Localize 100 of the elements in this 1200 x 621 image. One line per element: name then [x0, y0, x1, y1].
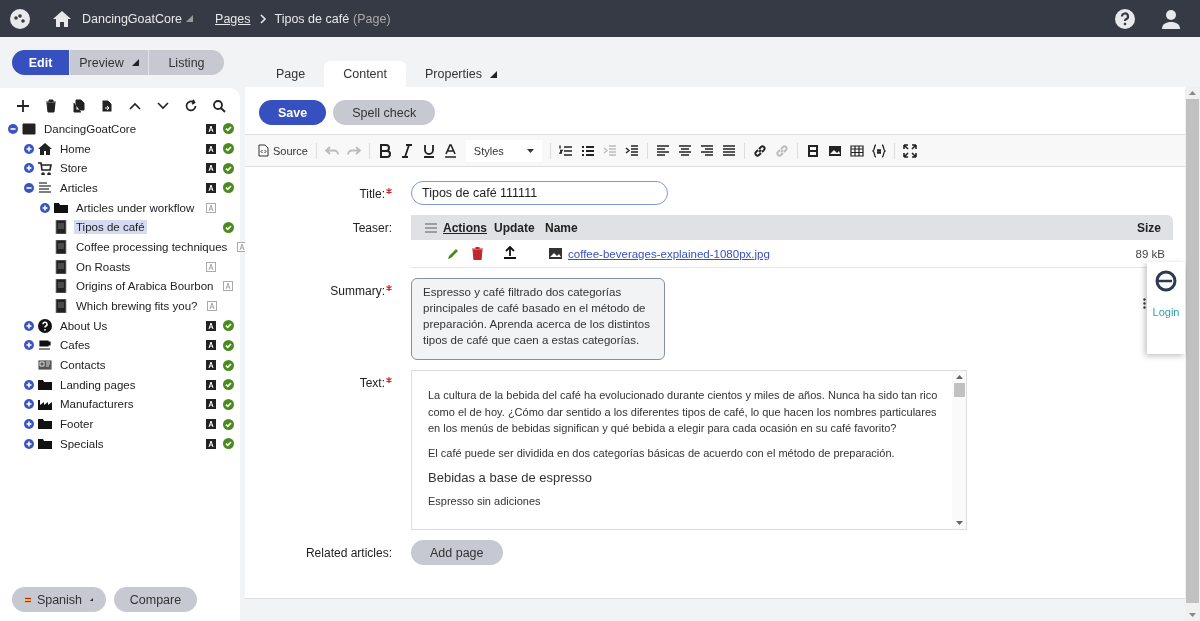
table-icon[interactable] — [849, 143, 864, 158]
macro-icon[interactable] — [871, 143, 886, 158]
tree-item[interactable]: DancingGoatCore — [42, 121, 139, 136]
caret-icon — [526, 148, 534, 153]
upload-icon[interactable] — [504, 245, 516, 259]
source-button[interactable]: Source — [258, 144, 308, 157]
mode-tab[interactable]: Edit — [12, 50, 70, 75]
tree-item[interactable]: Store — [58, 161, 90, 176]
edit-icon[interactable] — [447, 247, 460, 260]
italic-icon[interactable] — [399, 143, 414, 158]
language-selector[interactable]: Spanish — [12, 587, 106, 612]
scrollbar[interactable] — [1185, 87, 1200, 621]
expander-icon[interactable] — [24, 399, 34, 410]
link-icon[interactable] — [752, 143, 767, 158]
page-tab[interactable]: Properties — [406, 61, 516, 87]
scroll-down-icon[interactable] — [955, 521, 963, 525]
ol-icon[interactable] — [558, 143, 573, 158]
image-icon[interactable] — [827, 143, 842, 158]
image-icon — [549, 248, 562, 259]
tree-item[interactable]: Which brewing fits you? — [74, 299, 200, 314]
text-editor[interactable] — [411, 370, 967, 530]
tree-item[interactable]: Coffee processing techniques — [74, 239, 230, 254]
move-icon[interactable] — [100, 99, 114, 113]
color-icon[interactable] — [443, 143, 458, 158]
scroll-thumb[interactable] — [1186, 99, 1199, 603]
page-type: (Page) — [353, 11, 391, 26]
tree-item[interactable]: Origins of Arabica Bourbon — [74, 279, 216, 294]
page-tab[interactable]: Page — [257, 61, 325, 87]
page-tab[interactable]: Content — [324, 61, 406, 87]
copy-icon[interactable] — [72, 99, 86, 113]
expander-icon[interactable] — [24, 143, 34, 154]
scroll-down-icon[interactable] — [1189, 613, 1196, 617]
title-field[interactable]: Tipos de café 111111 — [411, 181, 668, 205]
scrollbar[interactable] — [952, 371, 966, 529]
tree-item[interactable]: Articles — [58, 180, 100, 195]
home-icon[interactable] — [52, 8, 72, 29]
caret-icon[interactable] — [186, 15, 194, 22]
tree-item[interactable]: Contacts — [58, 358, 108, 373]
logo-icon — [1155, 270, 1177, 292]
file-link[interactable]: coffee-beverages-explained-1080px.jpg — [568, 247, 770, 260]
tree-item[interactable]: Specials — [58, 436, 106, 451]
scroll-up-icon[interactable] — [955, 375, 963, 379]
expander-icon[interactable] — [24, 320, 34, 331]
bold-icon[interactable] — [377, 143, 392, 158]
expander-icon[interactable] — [24, 182, 34, 193]
expander-icon[interactable] — [40, 202, 50, 213]
delete-icon[interactable] — [44, 99, 58, 113]
expander-icon[interactable] — [24, 419, 34, 430]
user-icon[interactable] — [1160, 7, 1182, 30]
column-header: Size — [1137, 220, 1161, 235]
summary-field[interactable]: Espresso y café filtrado dos categorías principales de café basado en el método de preparación. Aprenda acerca de los distintos tipos de café que caen a estas categorías. — [411, 278, 665, 360]
summary-label: Summary: — [330, 284, 385, 298]
scroll-up-icon[interactable] — [1189, 91, 1196, 95]
tree-item[interactable]: Landing pages — [58, 377, 138, 392]
contact-icon — [38, 358, 52, 373]
mode-tab[interactable]: Preview — [70, 50, 149, 75]
maximize-icon[interactable] — [902, 143, 917, 158]
column-header[interactable]: Actions — [443, 220, 494, 235]
tree-item[interactable]: Manufacturers — [58, 397, 136, 412]
tree-item[interactable]: About Us — [58, 318, 110, 333]
cup-icon — [38, 338, 52, 353]
expander-icon[interactable] — [8, 123, 18, 134]
list-icon — [38, 180, 52, 195]
folder-icon — [54, 200, 68, 215]
styles-dropdown[interactable]: Styles — [465, 139, 542, 162]
home-icon — [38, 141, 52, 156]
site-selector[interactable]: DancingGoatCore — [82, 11, 183, 26]
scroll-thumb[interactable] — [953, 383, 965, 397]
tree-item[interactable]: Cafes — [58, 338, 93, 353]
expander-icon[interactable] — [24, 438, 34, 449]
tree-item[interactable]: Tipos de café — [74, 220, 147, 235]
film-icon[interactable] — [805, 143, 820, 158]
expander-icon[interactable] — [24, 340, 34, 351]
tree-item[interactable]: On Roasts — [74, 259, 133, 274]
indent-icon[interactable] — [624, 143, 639, 158]
tree-item[interactable]: Footer — [58, 417, 96, 432]
help-icon[interactable] — [1114, 7, 1136, 30]
compare-button[interactable]: Compare — [114, 587, 197, 612]
ul-icon[interactable] — [580, 143, 595, 158]
save-button[interactable]: Save — [259, 100, 327, 125]
refresh-icon[interactable] — [184, 99, 198, 113]
mode-tab[interactable]: Listing — [149, 50, 224, 75]
add-icon[interactable] — [16, 99, 30, 113]
more-icon[interactable] — [1143, 298, 1146, 309]
underline-icon[interactable] — [421, 143, 436, 158]
right-icon[interactable] — [699, 143, 714, 158]
breadcrumb-link[interactable]: Pages — [215, 11, 251, 26]
expander-icon[interactable] — [24, 379, 34, 390]
tree-item[interactable]: Home — [58, 141, 93, 156]
left-icon[interactable] — [655, 143, 670, 158]
expander-icon[interactable] — [24, 163, 34, 174]
spell-check-button[interactable]: Spell check — [333, 100, 436, 125]
column-header: Name — [545, 220, 578, 235]
tree-item[interactable]: Articles under workflow — [74, 200, 197, 215]
search-icon[interactable] — [212, 99, 226, 113]
folder-icon — [38, 436, 52, 451]
add-page-button[interactable]: Add page — [411, 540, 503, 565]
center-icon[interactable] — [677, 143, 692, 158]
logo-icon[interactable] — [10, 8, 30, 29]
justify-icon[interactable] — [721, 143, 736, 158]
